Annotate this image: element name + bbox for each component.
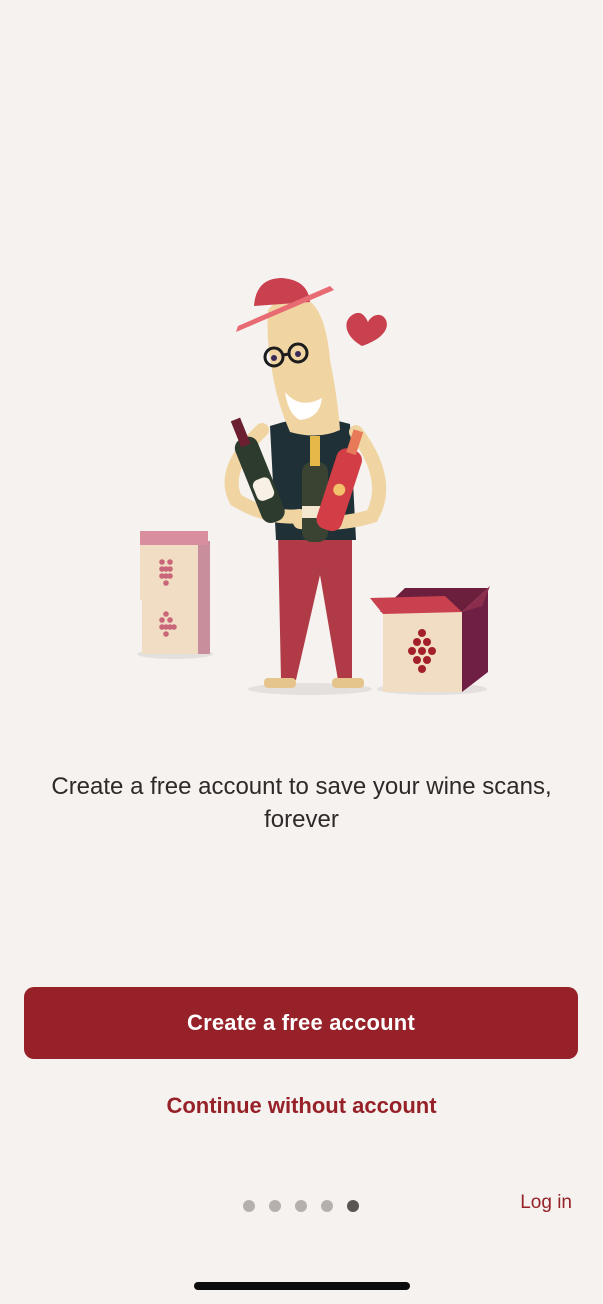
page-indicator	[243, 1200, 359, 1212]
wine-enthusiast-illustration	[137, 278, 490, 695]
stacked-boxes-illustration	[137, 531, 213, 659]
heart-icon	[346, 312, 387, 346]
page-dot	[321, 1200, 333, 1212]
page-dot-active	[347, 1200, 359, 1212]
create-account-button[interactable]: Create a free account	[24, 987, 578, 1059]
open-wine-box-illustration	[370, 586, 490, 695]
continue-without-account-link[interactable]: Continue without account	[0, 1093, 603, 1119]
page-dot	[295, 1200, 307, 1212]
page-dot	[243, 1200, 255, 1212]
onboarding-headline: Create a free account to save your wine …	[51, 773, 552, 833]
log-in-link[interactable]: Log in	[520, 1192, 572, 1214]
page-dot	[269, 1200, 281, 1212]
home-indicator[interactable]	[194, 1282, 410, 1290]
